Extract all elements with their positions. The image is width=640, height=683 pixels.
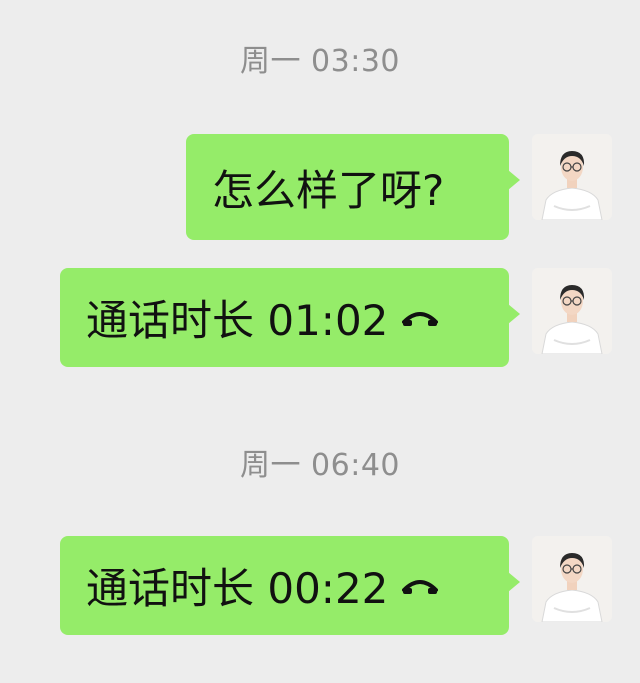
call-record-bubble[interactable]: 通话时长 01:02 xyxy=(60,268,520,367)
timestamp: 周一 06:40 xyxy=(240,448,400,483)
call-duration-label: 通话时长 00:22 xyxy=(86,564,389,613)
timestamp: 周一 03:30 xyxy=(240,44,400,79)
message-bubble[interactable]: 怎么样了呀? xyxy=(186,134,520,240)
avatar[interactable] xyxy=(532,268,612,354)
avatar-person-icon xyxy=(532,536,612,622)
avatar-person-icon xyxy=(532,134,612,220)
call-duration-label: 通话时长 01:02 xyxy=(86,296,389,345)
avatar[interactable] xyxy=(532,134,612,220)
call-record-bubble[interactable]: 通话时长 00:22 xyxy=(60,536,520,635)
avatar-person-icon xyxy=(532,268,612,354)
avatar[interactable] xyxy=(532,536,612,622)
phone-hangup-icon xyxy=(402,579,439,594)
phone-hangup-icon xyxy=(402,311,439,326)
message-text: 怎么样了呀? xyxy=(212,165,445,215)
